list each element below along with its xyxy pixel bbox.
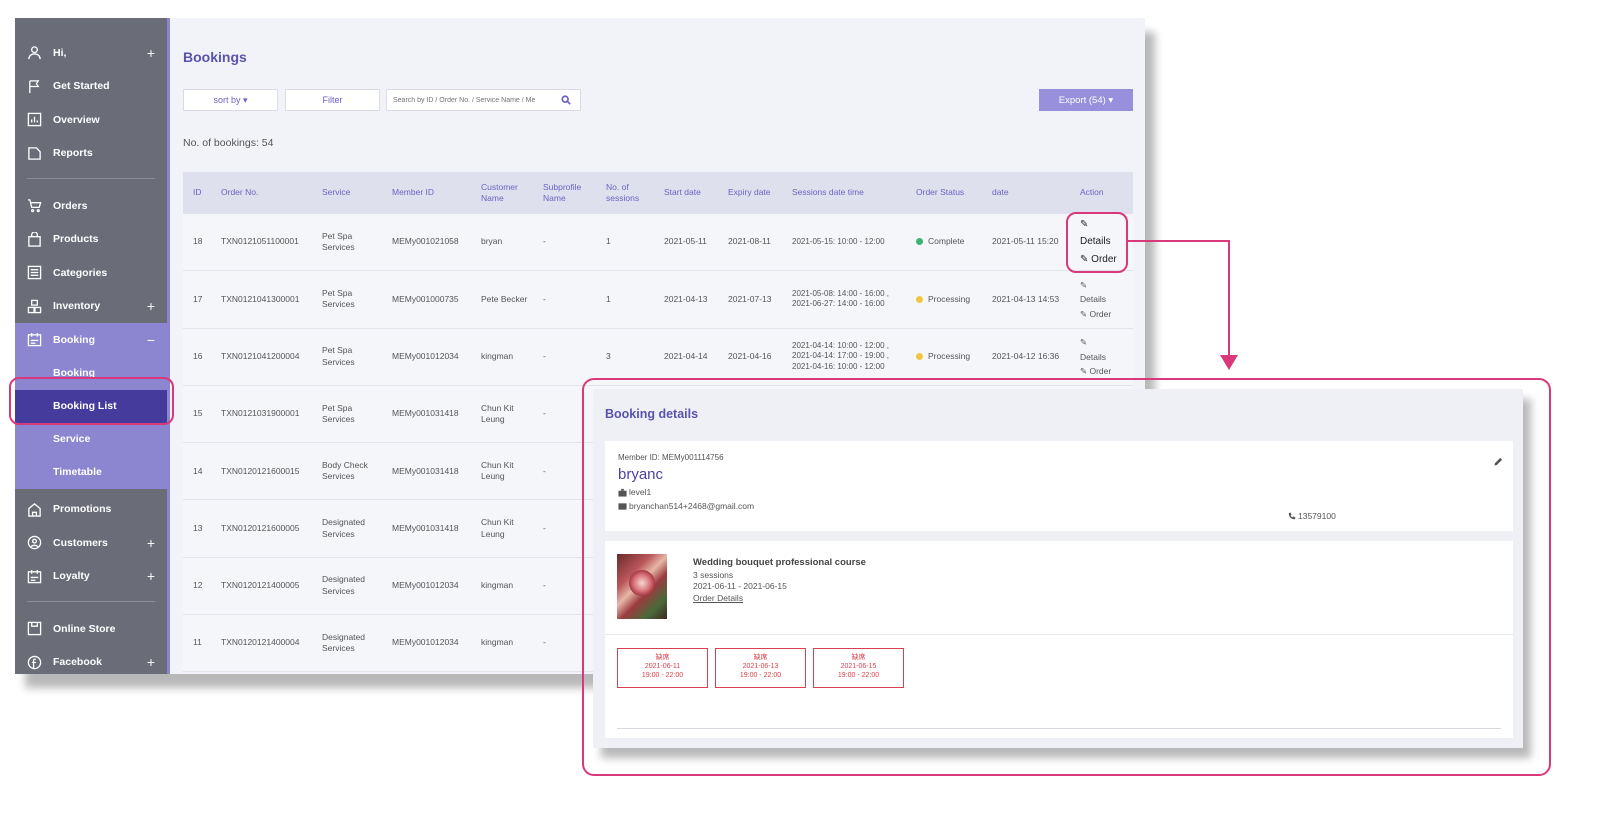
member-card: Member ID: MEMy001114756 bryanc level1 b… <box>605 441 1513 531</box>
course-date-range: 2021-06-11 - 2021-06-15 <box>693 581 787 592</box>
session-date: 2021-06-15 <box>840 662 877 670</box>
booking-details-panel: Booking details Member ID: MEMy001114756… <box>593 389 1523 748</box>
session-time: 19:00 - 22:00 <box>739 671 782 679</box>
order-details-link[interactable]: Order Details <box>693 593 866 604</box>
member-email: bryanchan514+2468@gmail.com <box>618 501 1500 511</box>
envelope-icon <box>618 502 627 510</box>
course-title: Wedding bouquet professional course <box>693 557 866 568</box>
session-time: 19:00 - 22:00 <box>837 671 880 679</box>
course-thumbnail <box>617 554 667 619</box>
divider <box>617 728 1501 729</box>
session-chip[interactable]: 缺席 2021-06-11 19:00 - 22:00 <box>617 648 708 688</box>
session-status: 缺席 <box>655 654 670 661</box>
member-phone: 13579100 <box>1288 511 1336 521</box>
course-info: Wedding bouquet professional course 3 se… <box>693 557 866 604</box>
session-status: 缺席 <box>851 654 866 661</box>
briefcase-icon <box>618 488 627 497</box>
session-status: 缺席 <box>753 654 768 661</box>
member-name: bryanc <box>618 466 664 483</box>
member-email-text: bryanchan514+2468@gmail.com <box>629 501 755 511</box>
pencil-icon <box>1494 457 1503 466</box>
session-date: 2021-06-13 <box>742 662 779 670</box>
arrow-down-icon <box>1220 355 1238 370</box>
member-phone-text: 13579100 <box>1298 511 1336 521</box>
course-sessions: 3 sessions <box>693 569 734 580</box>
session-chip[interactable]: 缺席 2021-06-15 19:00 - 22:00 <box>813 648 904 688</box>
session-time: 19:00 - 22:00 <box>641 671 684 679</box>
edit-member-button[interactable] <box>1494 453 1503 471</box>
phone-icon <box>1288 512 1296 520</box>
member-level-text: level1 <box>629 487 652 497</box>
booking-details-title: Booking details <box>605 407 699 421</box>
session-chip[interactable]: 缺席 2021-06-13 19:00 - 22:00 <box>715 648 806 688</box>
stage: Hi, + Get Started Overview Reports Order… <box>0 0 1599 816</box>
session-date: 2021-06-11 <box>644 662 681 670</box>
member-id: Member ID: MEMy001114756 <box>618 453 724 462</box>
divider <box>605 634 1513 635</box>
member-level: level1 <box>618 487 1500 497</box>
course-card: Wedding bouquet professional course 3 se… <box>605 541 1513 738</box>
